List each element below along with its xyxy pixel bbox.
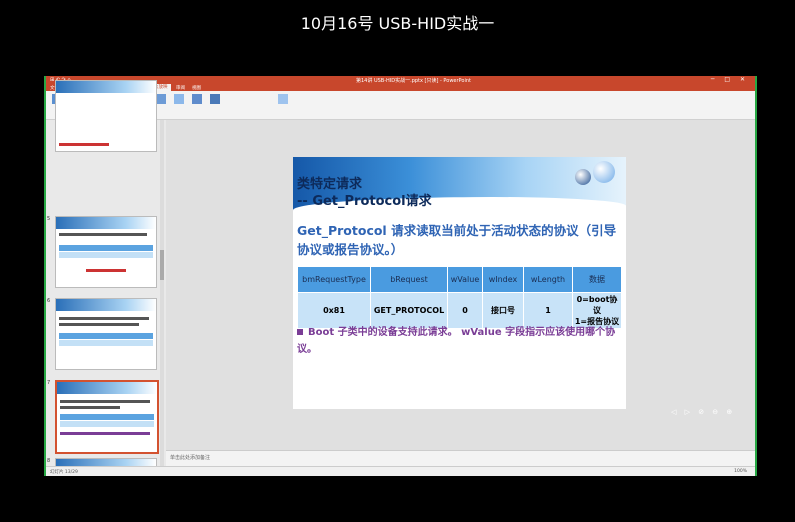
- slide-subtitle: -- Get_Protocol请求: [297, 194, 432, 209]
- slide-body-text: Get_Protocol 请求读取当前处于活动状态的协议（引导协议或报告协议。）: [297, 223, 617, 257]
- thumbnail-table-header: [59, 333, 153, 339]
- slide-canvas[interactable]: 类特定请求 -- Get_Protocol请求 Get_Protocol 请求读…: [293, 157, 626, 409]
- request-table: bmRequestType bRequest wValue wIndex wLe…: [297, 266, 622, 329]
- thumbnail-table-row: [59, 340, 153, 346]
- bullet-square-icon: [297, 329, 303, 335]
- thumbnail[interactable]: [55, 216, 157, 288]
- right-border: [755, 76, 757, 476]
- slideshow-controls[interactable]: ◁ ▷ ⊘ ⊖ ⊕: [671, 408, 735, 416]
- record-show-icon[interactable]: [210, 94, 220, 104]
- thumbnail-banner: [56, 299, 156, 311]
- window-controls[interactable]: ─ □ ✕: [711, 76, 749, 83]
- status-bar: 幻灯片 13/29 100%: [46, 466, 755, 476]
- thumbnail-table-row: [59, 252, 153, 258]
- slide-number: 6: [47, 298, 51, 304]
- thumbnail-banner: [57, 382, 157, 394]
- table-header-cell: bmRequestType: [297, 266, 371, 293]
- notes-pane[interactable]: 单击此处添加备注: [166, 450, 755, 467]
- decorative-circle-icon: [593, 161, 615, 183]
- table-header-cell: wValue: [447, 266, 483, 293]
- thumbnail-current[interactable]: [55, 380, 159, 454]
- thumbnail-line: [86, 269, 126, 272]
- thumbnail-line: [60, 400, 150, 403]
- table-header-cell: 数据: [572, 266, 622, 293]
- slide-thumbnail-pane: 5 6 7 8: [46, 80, 164, 476]
- thumbnail-line: [59, 143, 109, 146]
- notes-placeholder: 单击此处添加备注: [170, 455, 211, 461]
- document-title: 第14讲 USB-HID实战一.pptx [只读] - PowerPoint: [356, 78, 471, 84]
- video-title: 10月16号 USB-HID实战一: [300, 14, 495, 33]
- table-header-cell: bRequest: [370, 266, 448, 293]
- thumbnail-line: [59, 323, 139, 326]
- table-header-row: bmRequestType bRequest wValue wIndex wLe…: [297, 266, 622, 293]
- rehearse-timings-icon[interactable]: [192, 94, 202, 104]
- thumbnail-banner: [56, 217, 156, 229]
- slide-number: 8: [47, 458, 51, 464]
- scrollbar-thumb[interactable]: [160, 250, 164, 280]
- thumbnail-line: [60, 432, 150, 435]
- thumbnail-line: [59, 233, 147, 236]
- thumbnail-banner: [56, 81, 156, 93]
- status-slide-count: 幻灯片 13/29: [50, 470, 78, 475]
- table-header-cell: wLength: [523, 266, 573, 293]
- hide-slide-icon[interactable]: [174, 94, 184, 104]
- slide-number: 7: [47, 380, 51, 386]
- thumbnail-line: [60, 406, 120, 409]
- slide-bullet: Boot 子类中的设备支持此请求。 wValue 字段指示应该使用哪个协议。: [297, 324, 622, 358]
- slide-bullet-text: Boot 子类中的设备支持此请求。 wValue 字段指示应该使用哪个协议。: [297, 327, 616, 355]
- table-header-cell: wIndex: [482, 266, 524, 293]
- thumbnail-table-header: [60, 414, 154, 420]
- setup-show-icon[interactable]: [156, 94, 166, 104]
- thumbnail[interactable]: [55, 80, 157, 152]
- thumbnail[interactable]: [55, 298, 157, 370]
- thumbnail-table-row: [60, 421, 154, 427]
- slide-number: 5: [47, 216, 51, 222]
- monitor-icon[interactable]: [278, 94, 288, 104]
- thumbnail-table-header: [59, 245, 153, 251]
- thumbnail-line: [59, 317, 149, 320]
- thumbnail-scrollbar[interactable]: [160, 120, 164, 466]
- zoom-level[interactable]: 100%: [734, 469, 747, 474]
- decorative-circle-icon: [575, 169, 591, 185]
